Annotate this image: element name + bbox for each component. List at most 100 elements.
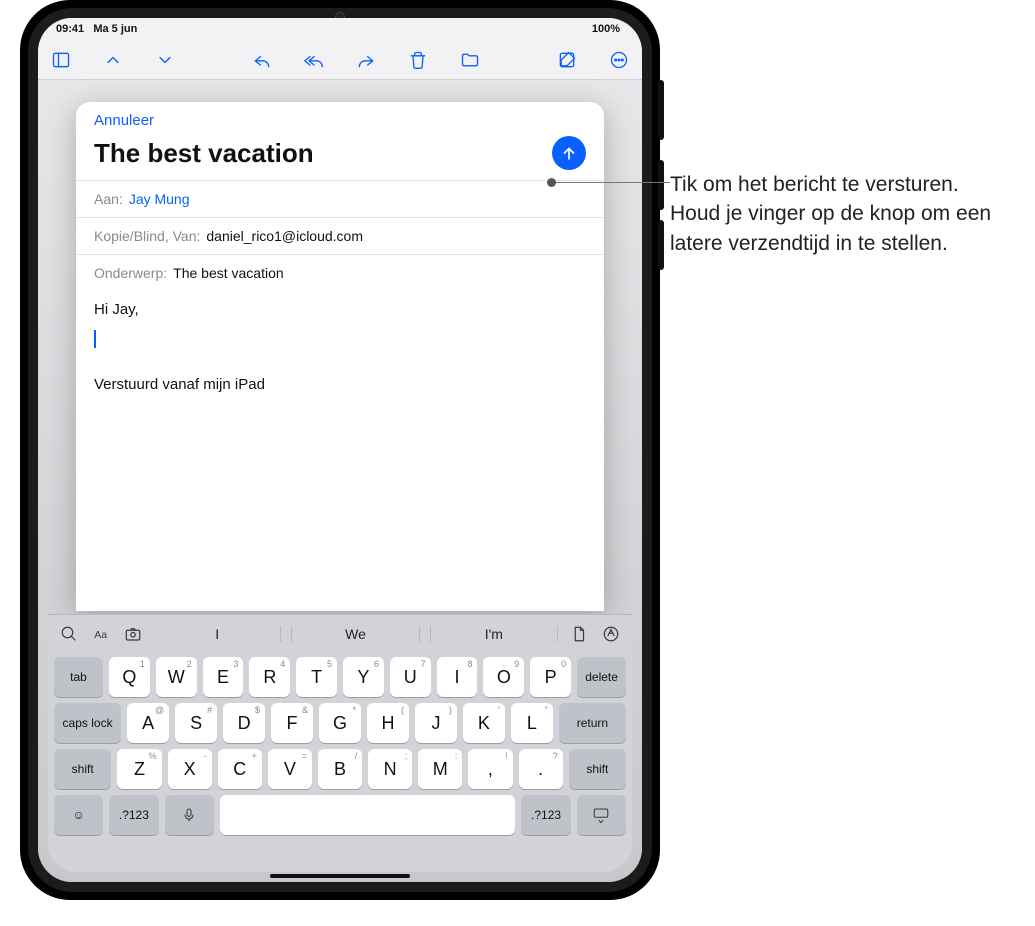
- key-w[interactable]: W2: [156, 657, 197, 697]
- power-button[interactable]: [658, 80, 664, 140]
- key-alt: 2: [187, 659, 192, 669]
- key-j[interactable]: J): [415, 703, 457, 743]
- key-h[interactable]: H(: [367, 703, 409, 743]
- key-alt: *: [352, 705, 356, 715]
- key-alt: /: [355, 751, 358, 761]
- keyboard-rows: tab Q1W2E3R4T5Y6U7I8O9P0delete caps lock…: [48, 653, 632, 872]
- cc-field[interactable]: Kopie/Blind, Van: daniel_rico1@icloud.co…: [76, 217, 604, 254]
- key-g[interactable]: G*: [319, 703, 361, 743]
- key-alt: 3: [233, 659, 238, 669]
- key-p[interactable]: P0: [530, 657, 571, 697]
- dismiss-keyboard-key[interactable]: [577, 795, 626, 835]
- callout-text: Tik om het bericht te versturen. Houd je…: [670, 170, 1010, 258]
- home-indicator[interactable]: [270, 874, 410, 878]
- tab-key[interactable]: tab: [54, 657, 103, 697]
- subject-value: The best vacation: [173, 265, 284, 281]
- key-alt: &: [302, 705, 308, 715]
- more-icon[interactable]: [608, 49, 630, 71]
- shift-left-key[interactable]: shift: [54, 749, 111, 789]
- numkey-left[interactable]: .?123: [109, 795, 158, 835]
- arrow-up-icon: [560, 144, 578, 162]
- key-alt: 7: [421, 659, 426, 669]
- delete-key[interactable]: delete: [577, 657, 626, 697]
- key-alt: $: [255, 705, 260, 715]
- key-alt: @: [155, 705, 164, 715]
- key-e[interactable]: E3: [203, 657, 244, 697]
- key-d[interactable]: D$: [223, 703, 265, 743]
- cc-value: daniel_rico1@icloud.com: [206, 228, 363, 244]
- key-alt: ': [498, 705, 500, 715]
- key-alt: +: [252, 751, 257, 761]
- send-button[interactable]: [552, 136, 586, 170]
- key-alt: 6: [374, 659, 379, 669]
- camera-icon[interactable]: [122, 623, 144, 645]
- keyboard: Aa I We I'm tab Q1W2E3R4T5Y6U7I8O9P0dele…: [48, 614, 632, 872]
- key-,[interactable]: ,!: [468, 749, 512, 789]
- key-i[interactable]: I8: [437, 657, 478, 697]
- suggestion-3[interactable]: I'm: [430, 626, 558, 642]
- capslock-key[interactable]: caps lock: [54, 703, 121, 743]
- volume-down-button[interactable]: [658, 220, 664, 270]
- key-c[interactable]: C+: [218, 749, 262, 789]
- to-value[interactable]: Jay Mung: [129, 191, 190, 207]
- key-r[interactable]: R4: [249, 657, 290, 697]
- shift-right-key[interactable]: shift: [569, 749, 626, 789]
- status-time: 09:41 Ma 5 jun: [56, 23, 137, 35]
- key-alt: 1: [140, 659, 145, 669]
- to-label: Aan:: [94, 191, 123, 207]
- key-u[interactable]: U7: [390, 657, 431, 697]
- spacebar-key[interactable]: [220, 795, 516, 835]
- body-textarea[interactable]: Hi Jay, Verstuurd vanaf mijn iPad: [76, 291, 604, 611]
- text-format-icon[interactable]: Aa: [90, 623, 112, 645]
- key-b[interactable]: B/: [318, 749, 362, 789]
- key-z[interactable]: Z%: [117, 749, 161, 789]
- key-v[interactable]: V=: [268, 749, 312, 789]
- keyboard-suggestion-bar: Aa I We I'm: [48, 615, 632, 653]
- return-key[interactable]: return: [559, 703, 626, 743]
- key-alt: ?: [553, 751, 558, 761]
- suggestion-2[interactable]: We: [291, 626, 419, 642]
- key-s[interactable]: S#: [175, 703, 217, 743]
- key-o[interactable]: O9: [483, 657, 524, 697]
- keyboard-icon: [592, 806, 610, 824]
- forward-icon[interactable]: [355, 49, 377, 71]
- screen: 09:41 Ma 5 jun 100%: [38, 18, 642, 882]
- emoji-key[interactable]: ☺: [54, 795, 103, 835]
- markup-icon[interactable]: [600, 623, 622, 645]
- compose-icon[interactable]: [556, 49, 578, 71]
- key-a[interactable]: A@: [127, 703, 169, 743]
- key-alt: -: [204, 751, 207, 761]
- key-.[interactable]: .?: [519, 749, 563, 789]
- sidebar-icon[interactable]: [50, 49, 72, 71]
- trash-icon[interactable]: [407, 49, 429, 71]
- key-alt: ;: [405, 751, 408, 761]
- dictation-key[interactable]: [165, 795, 214, 835]
- key-alt: !: [505, 751, 508, 761]
- key-m[interactable]: M:: [418, 749, 462, 789]
- emoji-search-icon[interactable]: [58, 623, 80, 645]
- key-x[interactable]: X-: [168, 749, 212, 789]
- key-y[interactable]: Y6: [343, 657, 384, 697]
- callout-leader-line: [552, 182, 670, 183]
- reply-icon[interactable]: [251, 49, 273, 71]
- key-f[interactable]: F&: [271, 703, 313, 743]
- reply-all-icon[interactable]: [303, 49, 325, 71]
- key-alt: ): [449, 705, 452, 715]
- numkey-right[interactable]: .?123: [521, 795, 570, 835]
- key-l[interactable]: L": [511, 703, 553, 743]
- cancel-button[interactable]: Annuleer: [94, 112, 154, 129]
- to-field[interactable]: Aan: Jay Mung: [76, 180, 604, 217]
- suggestion-1[interactable]: I: [154, 626, 281, 642]
- key-t[interactable]: T5: [296, 657, 337, 697]
- chevron-down-icon[interactable]: [154, 49, 176, 71]
- volume-up-button[interactable]: [658, 160, 664, 210]
- chevron-up-icon[interactable]: [102, 49, 124, 71]
- subject-field[interactable]: Onderwerp: The best vacation: [76, 254, 604, 291]
- key-n[interactable]: N;: [368, 749, 412, 789]
- folder-icon[interactable]: [459, 49, 481, 71]
- body-greeting: Hi Jay,: [94, 301, 586, 318]
- scan-doc-icon[interactable]: [568, 623, 590, 645]
- key-k[interactable]: K': [463, 703, 505, 743]
- key-alt: :: [455, 751, 458, 761]
- key-q[interactable]: Q1: [109, 657, 150, 697]
